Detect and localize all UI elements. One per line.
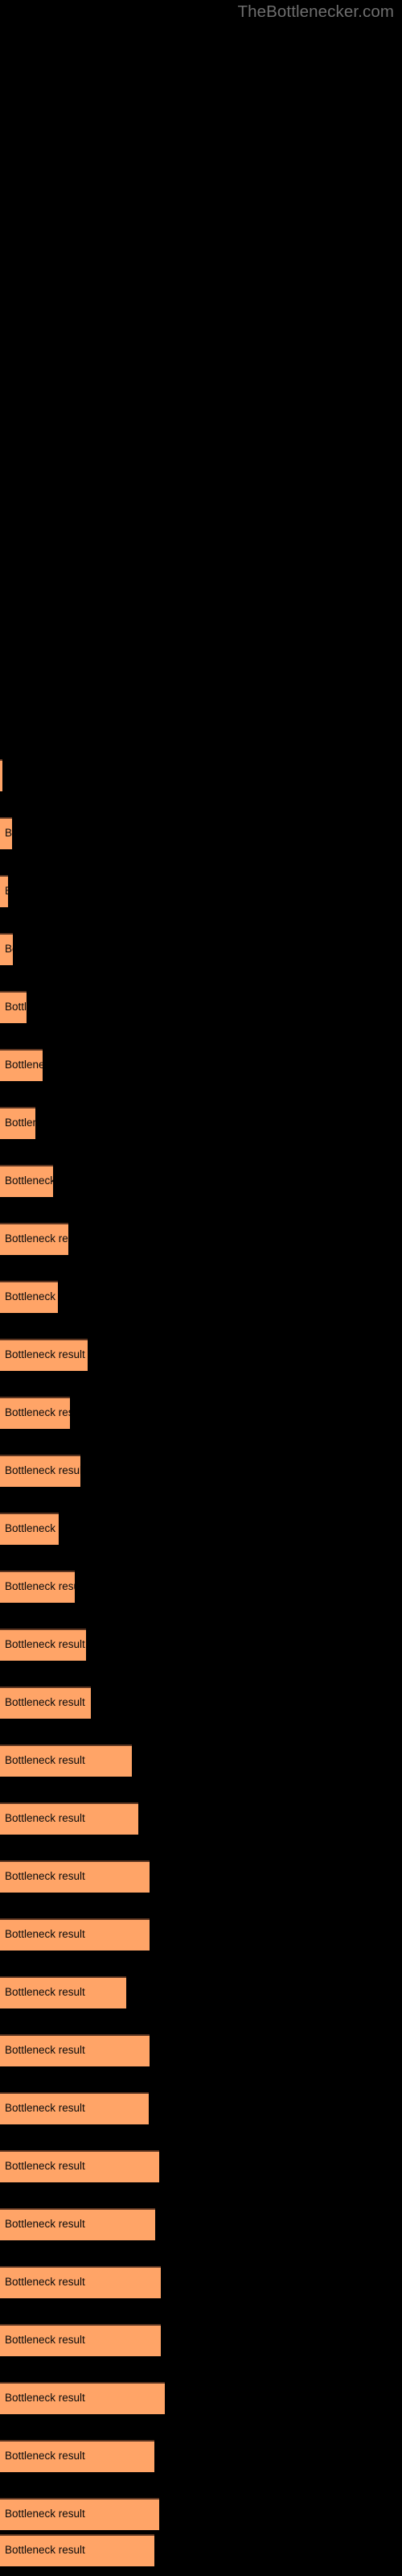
bar-row: Bottleneck result (0, 1860, 402, 1893)
bar-label-clip: Bottleneck result (0, 2498, 159, 2530)
bar-label-clip: Bottleneck result (0, 1049, 43, 1081)
bar-label: Bottleneck result (5, 1348, 85, 1360)
bar-label: Bottleneck result (5, 1232, 68, 1245)
bar-label-clip: Bottleneck result (0, 1339, 88, 1371)
bar-label: Bottleneck result (5, 2544, 85, 2556)
bar-row: Bottleneck result (0, 1107, 402, 1139)
bar-row: Bottleneck result (0, 2266, 402, 2298)
bar-row: Bottleneck result (0, 875, 402, 907)
bar-label-clip: Bottleneck result (0, 759, 2, 791)
bar-label: Bottleneck result (5, 1001, 27, 1013)
bar-label-clip: Bottleneck result (0, 2208, 155, 2240)
bar-label-clip: Bottleneck result (0, 2150, 159, 2182)
bar-label: Bottleneck result (5, 943, 13, 955)
bar-label: Bottleneck result (5, 1522, 59, 1534)
bar-row: Bottleneck result (0, 1629, 402, 1661)
bar-chart-plot-area: Bottleneck result Bottleneck result Bottle… (0, 0, 402, 2576)
bar-row: Bottleneck result (0, 2208, 402, 2240)
bar-row: Bottleneck result (0, 2382, 402, 2414)
bar-row: Bottleneck result (0, 2324, 402, 2356)
bar-row: Bottleneck result (0, 1281, 402, 1313)
bar-label-clip: Bottleneck result (0, 1976, 126, 2008)
bar-label: Bottleneck result (5, 2508, 85, 2520)
bar-label: Bottleneck result (5, 1812, 85, 1824)
bar-label-clip: Bottleneck result (0, 2092, 149, 2124)
bar-label-clip: Bottleneck result (0, 2324, 161, 2356)
bar-label-clip: Bottleneck result (0, 1223, 68, 1255)
bar-label: Bottleneck result (5, 2160, 85, 2172)
bar-label-clip: Bottleneck result (0, 2034, 150, 2066)
bar-label-clip: Bottleneck result (0, 1918, 150, 1951)
bar-label-clip: Bottleneck result (0, 1281, 58, 1313)
bar-label: Bottleneck result (5, 1870, 85, 1882)
chart-page: TheBottlenecker.com Bottleneck resultBot… (0, 0, 402, 2576)
bar-label: Bottleneck result (5, 1986, 85, 1998)
bar-label-clip: Bottleneck result (0, 2266, 161, 2298)
bar-row: Bottleneck result (0, 2440, 402, 2472)
bar-label: Bottleneck result (5, 2392, 85, 2404)
bar-row: Bottleneck result (0, 1571, 402, 1603)
bar-row: Bottleneck result (0, 1976, 402, 2008)
bar-label-clip: Bottleneck result (0, 1165, 53, 1197)
bar-row: Bottleneck result (0, 2034, 402, 2066)
bar-label: Bottleneck result (5, 827, 12, 839)
bar-row: Bottleneck result (0, 2150, 402, 2182)
bar-label: Bottleneck result (5, 1406, 70, 1418)
bar-label-clip: Bottleneck result (0, 1397, 70, 1429)
bar-row: Bottleneck result (0, 1223, 402, 1255)
bar-row: Bottleneck result (0, 2534, 402, 2566)
bar-label-clip: Bottleneck result (0, 1513, 59, 1545)
bar-label-clip: Bottleneck result (0, 1686, 91, 1719)
bar-label-clip: Bottleneck result (0, 1802, 138, 1835)
bar-label: Bottleneck result (5, 2450, 85, 2462)
bar-row: Bottleneck result (0, 1049, 402, 1081)
bar-row: Bottleneck result (0, 1918, 402, 1951)
bar-row: Bottleneck result (0, 1802, 402, 1835)
bar-label: Bottleneck result (5, 1928, 85, 1940)
bar-row: Bottleneck result (0, 1455, 402, 1487)
bar-row: Bottleneck result (0, 933, 402, 965)
bar-label: Bottleneck result (5, 2102, 85, 2114)
bar-label: Bottleneck result (5, 2044, 85, 2056)
bar-label: Bottleneck result (5, 875, 8, 907)
bar-label: Bottleneck result (5, 2276, 85, 2288)
bar-row: Bottleneck result (0, 1397, 402, 1429)
bar-row: Bottleneck result (0, 991, 402, 1023)
bar-label-clip: Bottleneck result (0, 2440, 154, 2472)
bar-label-clip: Bottleneck result (0, 933, 13, 965)
bar-label: Bottleneck result (5, 2218, 85, 2230)
bar-label-clip: Bottleneck result (0, 1107, 35, 1139)
bar-row: Bottleneck result (0, 2498, 402, 2530)
bar-label-clip: Bottleneck result (0, 2382, 165, 2414)
bar-label-clip: Bottleneck result (0, 991, 27, 1023)
bar-label-clip: Bottleneck result (0, 1455, 80, 1487)
bar-row: Bottleneck result (0, 1513, 402, 1545)
bar-row: Bottleneck result (0, 1165, 402, 1197)
bar-label: Bottleneck result (5, 1580, 75, 1592)
bar-label-clip: Bottleneck result (0, 1571, 75, 1603)
bar-label: Bottleneck result (5, 1290, 58, 1302)
bar-label-clip: Bottleneck result (0, 875, 8, 907)
bar-label: Bottleneck result (5, 1696, 85, 1708)
bar-row: Bottleneck result (0, 817, 402, 849)
bar-label-clip: Bottleneck result (0, 1744, 132, 1777)
bar-label-clip: Bottleneck result (0, 817, 12, 849)
bar-label: Bottleneck result (5, 1174, 53, 1187)
bar-row: Bottleneck result (0, 1744, 402, 1777)
bar-row: Bottleneck result (0, 759, 402, 791)
bar-label: Bottleneck result (5, 1464, 80, 1476)
bar-row: Bottleneck result (0, 2092, 402, 2124)
bar-label: Bottleneck result (5, 1638, 85, 1650)
bar-label: Bottleneck result (5, 1754, 85, 1766)
bar-label-clip: Bottleneck result (0, 1629, 86, 1661)
bar-label: Bottleneck result (5, 2334, 85, 2346)
bar-label: Bottleneck result (5, 1117, 35, 1129)
bar-label-clip: Bottleneck result (0, 1860, 150, 1893)
bar-row: Bottleneck result (0, 1339, 402, 1371)
bar-label: Bottleneck result (5, 1059, 43, 1071)
bar-row: Bottleneck result (0, 1686, 402, 1719)
bar-label-clip: Bottleneck result (0, 2534, 154, 2566)
